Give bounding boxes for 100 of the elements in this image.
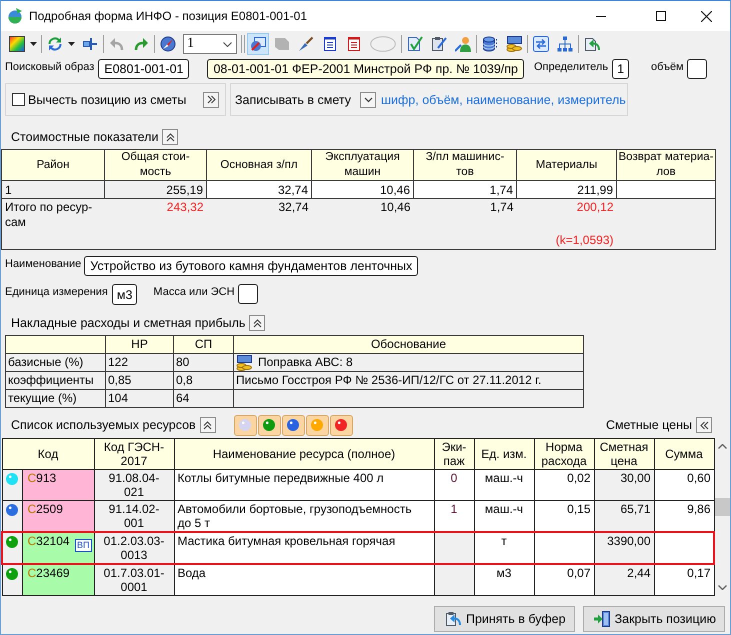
table-cell: 122 [106,354,174,372]
unit-field[interactable]: м3 [112,284,138,305]
resource-code: C32104 [28,534,70,548]
mass-field[interactable] [238,284,258,304]
column-header: Район [2,150,104,180]
table-cell: 104 [106,390,174,408]
table-cell: 30,00 [594,470,654,500]
table-cell: 0,60 [654,470,714,500]
document-icon[interactable] [322,36,338,52]
search-label: Поисковый образ [5,60,94,73]
table-cell: 0,07 [534,564,594,596]
caret-icon[interactable] [68,42,75,46]
total-value: 200,12 [576,200,614,215]
user-icon[interactable] [455,36,471,52]
hierarchy-icon[interactable] [557,36,573,52]
search-field[interactable]: E0801-001-01 [98,59,190,79]
subtract-label[interactable]: Вычесть позицию из сметы [28,92,186,106]
table-cell: 0,15 [534,500,594,532]
collapse-button[interactable] [200,417,216,433]
double-chevron-right-icon [206,95,216,104]
scroll-down-icon[interactable] [718,585,727,590]
reference-field: 08-01-001-01 ФЕР-2001 Минстрой РФ пр. № 1039/пр [207,59,524,79]
chevron-down-icon[interactable] [223,42,232,46]
table-cell: 01.7.03.01- 0001 [94,564,174,596]
row-label: текущие (%) [6,390,106,408]
resource-code: C23469 [28,566,70,580]
compass-icon[interactable] [160,36,176,52]
table-cell [434,564,474,596]
column-header: Эки- паж [434,438,474,470]
scrollbar-thumb[interactable] [715,498,730,516]
pin-icon[interactable] [82,36,98,52]
document-arrow-icon[interactable] [584,36,600,52]
arrows-icon[interactable] [533,36,549,52]
table-cell: 0,17 [654,564,714,596]
checkbox[interactable] [12,93,25,106]
section-title: Стоимостные показатели [11,130,158,144]
table-cell: 0,02 [534,470,594,500]
total-value: 10,46 [380,200,410,215]
document-icon[interactable] [346,36,362,52]
table-cell: 32,74 [206,180,312,198]
table-cell: 2,44 [594,564,654,596]
column-header: Общая стои- мость [104,150,206,180]
volume-label: объём [651,60,684,73]
table-cell: 0,85 [106,372,174,390]
collapse-button[interactable] [249,315,266,331]
accept-button[interactable]: Принять в буфер [434,606,575,632]
expand-button[interactable] [203,92,219,108]
name-label: Наименование [5,257,82,270]
collapse-button[interactable] [162,129,178,145]
column-header: Наименование ресурса (полное) [174,438,434,470]
determinant-field[interactable]: 1 [612,59,630,79]
table-cell: 1,74 [414,180,516,198]
column-header: Сметная цена [594,438,654,470]
scroll-up-icon[interactable] [718,444,727,449]
section-title: Накладные расходы и сметная прибыль [11,316,246,330]
redo-icon[interactable] [133,36,149,52]
number-dropdown[interactable]: 1 [183,34,237,54]
filter-button[interactable] [330,414,353,436]
table-cell [654,532,714,564]
column-header: Норма расхода [534,438,594,470]
table-cell: 64 [174,390,234,408]
coefficient-note: (k=1,0593) [554,233,614,248]
clipboard-pen-icon[interactable] [431,36,447,52]
filter-button[interactable] [282,414,305,436]
filter-button[interactable] [258,414,281,436]
total-value: 243,32 [166,200,204,215]
chevron-down-icon [364,96,372,102]
column-header: Ед. изм. [474,438,534,470]
prices-toggle-button[interactable] [696,417,712,433]
database-icon[interactable] [482,36,498,52]
table-cell: маш.-ч [474,500,534,532]
table-cell: 1 [2,180,104,198]
sync-arrows-icon[interactable] [47,36,63,52]
table-cell [534,532,594,564]
table-cell: т [474,532,534,564]
column-header: Эксплуатация машин [312,150,414,180]
column-header: З/пл машинис- тов [414,150,516,180]
brush-icon[interactable] [298,36,314,52]
table-cell: 01.2.03.03- 0013 [94,532,174,564]
volume-field[interactable] [686,59,707,79]
close-position-button[interactable]: Закрыть позицию [582,606,725,632]
column-header: НР [106,336,174,354]
double-chevron-up-icon [166,132,175,142]
maximize-icon[interactable] [656,11,666,21]
resource-name: Мастика битумная кровельная горячая [174,532,434,564]
write-fields-link[interactable]: шифр, объём, наименование, измеритель [381,92,626,106]
column-header: Возврат материа- лов [616,150,716,180]
name-field[interactable]: Устройство из бутового камня фундаментов ленточных [84,256,418,276]
resource-code: C2509 [28,502,63,516]
total-value: Итого по ресур- сам [5,200,92,230]
gradient-square-icon[interactable] [9,36,25,52]
table-cell: 10,46 [312,180,414,198]
check-document-icon[interactable] [407,36,423,52]
app-icon [7,8,23,24]
close-icon[interactable] [701,10,712,22]
dropdown-button[interactable] [360,92,376,108]
double-chevron-left-icon [700,420,708,430]
coins-icon[interactable] [506,36,522,52]
caret-icon[interactable] [30,42,37,46]
column-header: Сумма [654,438,714,470]
